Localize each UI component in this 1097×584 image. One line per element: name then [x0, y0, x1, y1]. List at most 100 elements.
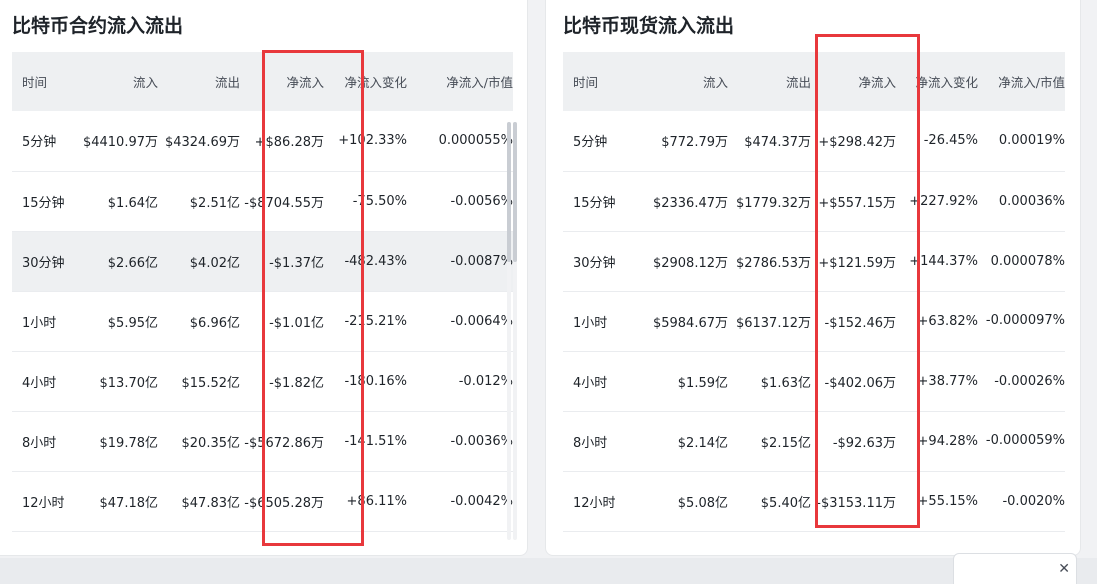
cell-net-ratio: 0.00036% [998, 193, 1065, 209]
col-header-time[interactable]: 时间 [563, 52, 629, 111]
cell-time: 15分钟 [22, 195, 65, 211]
table-row: 4小时 $13.70亿 $15.52亿 -$1.82亿 -180.16% -0.… [12, 351, 513, 411]
col-header-outflow[interactable]: 流出 [158, 52, 240, 111]
cell-outflow: $47.83亿 [181, 495, 241, 511]
cell-outflow: $4324.69万 [164, 135, 240, 151]
table-row: 8小时 $2.14亿 $2.15亿 -$92.63万 +94.28% -0.00… [563, 411, 1065, 471]
cell-time: 30分钟 [22, 255, 65, 271]
cell-inflow: $1.64亿 [107, 195, 158, 211]
col-header-inflow[interactable]: 流入 [76, 52, 158, 111]
col-header-time[interactable]: 时间 [12, 52, 76, 111]
cell-net-change: +227.92% [909, 193, 978, 209]
cell-net-inflow: +$557.15万 [818, 195, 896, 211]
cell-inflow: $2336.47万 [652, 195, 728, 211]
cell-net-inflow: -$152.46万 [824, 315, 896, 331]
table-row: 15分钟 $1.64亿 $2.51亿 -$8704.55万 -75.50% -0… [12, 171, 513, 231]
cell-inflow: $2908.12万 [652, 255, 728, 271]
col-header-outflow[interactable]: 流出 [728, 52, 811, 111]
table-row: 8小时 $19.78亿 $20.35亿 -$5672.86万 -141.51% … [12, 411, 513, 471]
cell-inflow: $5984.67万 [652, 315, 728, 331]
cell-net-ratio: 0.000078% [990, 253, 1065, 269]
cell-outflow: $4.02亿 [189, 255, 240, 271]
cell-time: 4小时 [573, 375, 608, 391]
cell-net-ratio: -0.00026% [994, 373, 1065, 389]
cell-inflow: $2.66亿 [107, 255, 158, 271]
col-header-net-ratio[interactable]: 净流入/市值 [407, 52, 513, 111]
table-row: 4小时 $1.59亿 $1.63亿 -$402.06万 +38.77% -0.0… [563, 351, 1065, 411]
cell-net-ratio: -0.0020% [1002, 493, 1065, 509]
col-header-net-inflow[interactable]: 净流入 [240, 52, 324, 111]
cell-time: 12小时 [573, 495, 616, 511]
cell-time: 30分钟 [573, 255, 616, 271]
cell-net-ratio: -0.000097% [985, 313, 1065, 328]
cell-net-ratio: -0.0064% [450, 313, 513, 329]
futures-flow-title: 比特币合约流入流出 [12, 15, 184, 37]
table-row: 1小时 $5.95亿 $6.96亿 -$1.01亿 -215.21% -0.00… [12, 291, 513, 351]
cell-outflow: $5.40亿 [760, 495, 811, 511]
cell-net-inflow: -$5672.86万 [244, 435, 324, 451]
col-header-net-change[interactable]: 净流入变化 [324, 52, 407, 111]
scrollbar-thumb[interactable] [513, 122, 517, 262]
cell-net-change: +102.33% [338, 133, 407, 149]
cell-net-change: +55.15% [917, 493, 978, 509]
cell-outflow: $2.15亿 [760, 435, 811, 451]
cell-inflow: $2.14亿 [677, 435, 728, 451]
cell-net-change: +86.11% [346, 493, 407, 509]
cell-inflow: $19.78亿 [99, 435, 159, 451]
cell-net-inflow: -$1.01亿 [269, 315, 324, 331]
cell-net-inflow: +$298.42万 [818, 135, 896, 151]
cell-time: 5分钟 [22, 135, 57, 151]
table-row: 5分钟 $772.79万 $474.37万 +$298.42万 -26.45% … [563, 111, 1065, 171]
cell-inflow: $47.18亿 [99, 495, 159, 511]
cell-net-change: -75.50% [352, 193, 407, 209]
col-header-net-inflow[interactable]: 净流入 [811, 52, 896, 111]
cell-time: 15分钟 [573, 195, 616, 211]
cell-net-ratio: 0.000055% [438, 133, 513, 149]
spot-table-scrollbar[interactable] [513, 122, 517, 540]
cell-inflow: $1.59亿 [677, 375, 728, 391]
cell-net-inflow: -$8704.55万 [244, 195, 324, 211]
cell-net-ratio: -0.0036% [450, 433, 513, 449]
cell-inflow: $5.08亿 [677, 495, 728, 511]
cell-net-ratio: -0.0087% [450, 253, 513, 269]
table-row: 15分钟 $2336.47万 $1779.32万 +$557.15万 +227.… [563, 171, 1065, 231]
cell-outflow: $6137.12万 [735, 315, 811, 331]
cell-time: 8小时 [573, 435, 608, 451]
cell-outflow: $1.63亿 [760, 375, 811, 391]
cell-net-inflow: -$1.37亿 [269, 255, 324, 271]
cell-net-ratio: -0.0056% [450, 193, 513, 209]
table-row: 5分钟 $4410.97万 $4324.69万 +$86.28万 +102.33… [12, 111, 513, 171]
cell-net-change: +63.82% [917, 313, 978, 329]
cell-net-inflow: -$6505.28万 [244, 495, 324, 511]
table-row: 12小时 $47.18亿 $47.83亿 -$6505.28万 +86.11% … [12, 471, 513, 531]
cell-net-change: -141.51% [344, 433, 407, 449]
cell-net-change: -215.21% [344, 313, 407, 329]
table-row: 12小时 $5.08亿 $5.40亿 -$3153.11万 +55.15% -0… [563, 471, 1065, 531]
table-row: 1小时 $5984.67万 $6137.12万 -$152.46万 +63.82… [563, 291, 1065, 351]
cell-inflow: $13.70亿 [99, 375, 159, 391]
table-header-row: 时间 流入 流出 净流入 净流入变化 净流入/市值 [563, 52, 1065, 111]
bottom-band [0, 558, 1097, 584]
spot-flow-card: 比特币现货流入流出 时间 流入 流出 净流入 净流入变化 净流入/市值 5分钟 … [545, 0, 1081, 556]
cell-outflow: $20.35亿 [181, 435, 241, 451]
futures-flow-card: 比特币合约流入流出 时间 流入 流出 净流入 净流入变化 净流入/市值 5分钟 … [0, 0, 528, 556]
col-header-net-ratio[interactable]: 净流入/市值 [978, 52, 1065, 111]
cell-inflow: $4410.97万 [82, 135, 158, 151]
cell-outflow: $474.37万 [744, 135, 811, 151]
cell-time: 5分钟 [573, 135, 608, 151]
spot-flow-table: 时间 流入 流出 净流入 净流入变化 净流入/市值 5分钟 $772.79万 $… [563, 52, 1065, 532]
cell-outflow: $2786.53万 [735, 255, 811, 271]
futures-table-scrollbar[interactable] [507, 122, 511, 540]
close-icon[interactable]: ✕ [1058, 559, 1070, 579]
cell-net-change: -26.45% [923, 133, 978, 149]
table-row: 30分钟 $2908.12万 $2786.53万 +$121.59万 +144.… [563, 231, 1065, 291]
scrollbar-thumb[interactable] [507, 122, 511, 262]
cell-outflow: $2.51亿 [189, 195, 240, 211]
table-row: 30分钟 $2.66亿 $4.02亿 -$1.37亿 -482.43% -0.0… [12, 231, 513, 291]
col-header-inflow[interactable]: 流入 [629, 52, 728, 111]
col-header-net-change[interactable]: 净流入变化 [896, 52, 978, 111]
cell-time: 1小时 [22, 315, 57, 331]
cell-net-inflow: -$402.06万 [824, 375, 896, 391]
cell-net-ratio: -0.012% [458, 373, 513, 389]
cell-net-inflow: -$92.63万 [832, 435, 896, 451]
